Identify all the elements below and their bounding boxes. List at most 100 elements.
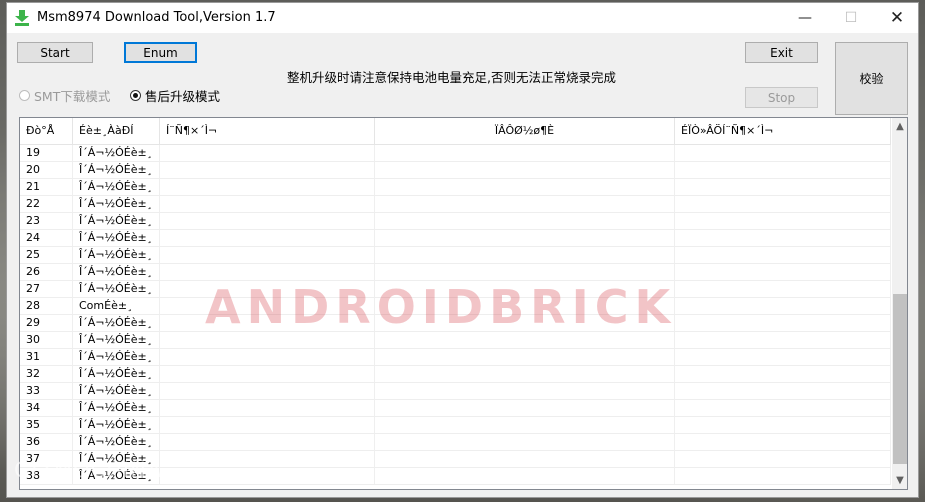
cell-download-progress [375,349,675,365]
table-row[interactable]: 33 Î´Á¬½ÓÉè±¸ [20,383,891,400]
cell-comm-status [160,179,375,195]
cell-download-progress [375,264,675,280]
cell-index: 31 [20,349,73,365]
stop-button[interactable]: Stop [745,87,818,108]
cell-index: 22 [20,196,73,212]
cell-device-type: Î´Á¬½ÓÉè±¸ [73,434,160,450]
cell-device-type: Î´Á¬½ÓÉè±¸ [73,281,160,297]
cell-last-status [675,162,891,178]
table-row[interactable]: 22 Î´Á¬½ÓÉè±¸ [20,196,891,213]
table-row[interactable]: 23 Î´Á¬½ÓÉè±¸ [20,213,891,230]
cell-download-progress [375,451,675,467]
cell-comm-status [160,315,375,331]
cell-device-type: Î´Á¬½ÓÉè±¸ [73,179,160,195]
cell-download-progress [375,145,675,161]
cell-device-type: Î´Á¬½ÓÉè±¸ [73,349,160,365]
cell-download-progress [375,196,675,212]
cell-comm-status [160,383,375,399]
table-row[interactable]: 31 Î´Á¬½ÓÉè±¸ [20,349,891,366]
cell-index: 28 [20,298,73,314]
cell-last-status [675,417,891,433]
cell-index: 25 [20,247,73,263]
scroll-up-icon[interactable]: ▲ [892,118,907,135]
verify-button[interactable]: 校验 [835,42,908,115]
aftersales-mode-radio[interactable]: 售后升级模式 [130,86,220,105]
column-header-index[interactable]: Ðò°Å [20,118,73,144]
cell-download-progress [375,366,675,382]
smt-mode-label: SMT下载模式 [34,89,111,104]
column-header-last-status[interactable]: ÉÏÒ»ÂÖÍ¨Ñ¶×´Ì¬ [675,118,891,144]
column-header-device-type[interactable]: Éè±¸ÀàÐÍ [73,118,160,144]
table-row[interactable]: 25 Î´Á¬½ÓÉè±¸ [20,247,891,264]
maximize-button[interactable]: ☐ [828,3,874,33]
table-row[interactable]: 27 Î´Á¬½ÓÉè±¸ [20,281,891,298]
cell-download-progress [375,383,675,399]
cell-last-status [675,400,891,416]
table-row[interactable]: 28 ComÉè±¸ [20,298,891,315]
radio-checked-icon [130,90,141,101]
cell-download-progress [375,400,675,416]
smt-mode-radio[interactable]: SMT下载模式 [19,86,110,105]
start-button[interactable]: Start [17,42,93,63]
column-header-comm-status[interactable]: Í¨Ñ¶×´Ì¬ [160,118,375,144]
cell-device-type: Î´Á¬½ÓÉè±¸ [73,213,160,229]
device-list[interactable]: Ðò°Å Éè±¸ÀàÐÍ Í¨Ñ¶×´Ì¬ ÏÂÔØ½ø¶È ÉÏÒ»ÂÖÍ¨… [19,117,908,490]
cell-last-status [675,264,891,280]
minimize-button[interactable]: — [782,3,828,33]
cell-download-progress [375,230,675,246]
table-row[interactable]: 20 Î´Á¬½ÓÉè±¸ [20,162,891,179]
cell-last-status [675,315,891,331]
cell-device-type: Î´Á¬½ÓÉè±¸ [73,315,160,331]
cell-last-status [675,230,891,246]
cell-last-status [675,179,891,195]
cell-download-progress [375,298,675,314]
scroll-down-icon[interactable]: ▼ [892,472,907,489]
cell-device-type: Î´Á¬½ÓÉè±¸ [73,230,160,246]
cell-download-progress [375,179,675,195]
close-button[interactable]: ✕ [874,3,920,33]
cell-index: 37 [20,451,73,467]
enum-button[interactable]: Enum [124,42,197,63]
cell-index: 34 [20,400,73,416]
table-row[interactable]: 35 Î´Á¬½ÓÉè±¸ [20,417,891,434]
exit-button[interactable]: Exit [745,42,818,63]
table-row[interactable]: 34 Î´Á¬½ÓÉè±¸ [20,400,891,417]
cell-device-type: Î´Á¬½ÓÉè±¸ [73,264,160,280]
cell-device-type: Î´Á¬½ÓÉè±¸ [73,196,160,212]
cell-last-status [675,366,891,382]
table-row[interactable]: 19 Î´Á¬½ÓÉè±¸ [20,145,891,162]
cell-index: 38 [20,468,73,484]
table-row[interactable]: 21 Î´Á¬½ÓÉè±¸ [20,179,891,196]
cell-last-status [675,145,891,161]
cell-comm-status [160,332,375,348]
table-row[interactable]: 30 Î´Á¬½ÓÉè±¸ [20,332,891,349]
cell-last-status [675,196,891,212]
table-row[interactable]: 32 Î´Á¬½ÓÉè±¸ [20,366,891,383]
cell-device-type: Î´Á¬½ÓÉè±¸ [73,332,160,348]
cell-device-type: Î´Á¬½ÓÉè±¸ [73,451,160,467]
table-row[interactable]: 26 Î´Á¬½ÓÉè±¸ [20,264,891,281]
cell-download-progress [375,332,675,348]
table-row[interactable]: 29 Î´Á¬½ÓÉè±¸ [20,315,891,332]
list-header: Ðò°Å Éè±¸ÀàÐÍ Í¨Ñ¶×´Ì¬ ÏÂÔØ½ø¶È ÉÏÒ»ÂÖÍ¨… [20,118,891,145]
cell-last-status [675,451,891,467]
vertical-scrollbar[interactable]: ▲ ▼ [892,118,907,489]
cell-last-status [675,349,891,365]
scroll-thumb[interactable] [893,294,907,464]
cell-device-type: Î´Á¬½ÓÉè±¸ [73,247,160,263]
title-bar[interactable]: Msm8974 Download Tool,Version 1.7 — ☐ ✕ [7,3,918,33]
cell-comm-status [160,247,375,263]
cell-download-progress [375,281,675,297]
column-header-download-progress[interactable]: ÏÂÔØ½ø¶È [375,118,675,144]
cell-last-status [675,434,891,450]
cell-comm-status [160,162,375,178]
cell-last-status [675,247,891,263]
cell-last-status [675,383,891,399]
table-row[interactable]: 36 Î´Á¬½ÓÉè±¸ [20,434,891,451]
table-row[interactable]: 38 Î´Á¬½ÓÉè±¸ [20,468,891,485]
cell-index: 24 [20,230,73,246]
cell-index: 36 [20,434,73,450]
table-row[interactable]: 37 Î´Á¬½ÓÉè±¸ [20,451,891,468]
cell-device-type: Î´Á¬½ÓÉè±¸ [73,400,160,416]
table-row[interactable]: 24 Î´Á¬½ÓÉè±¸ [20,230,891,247]
